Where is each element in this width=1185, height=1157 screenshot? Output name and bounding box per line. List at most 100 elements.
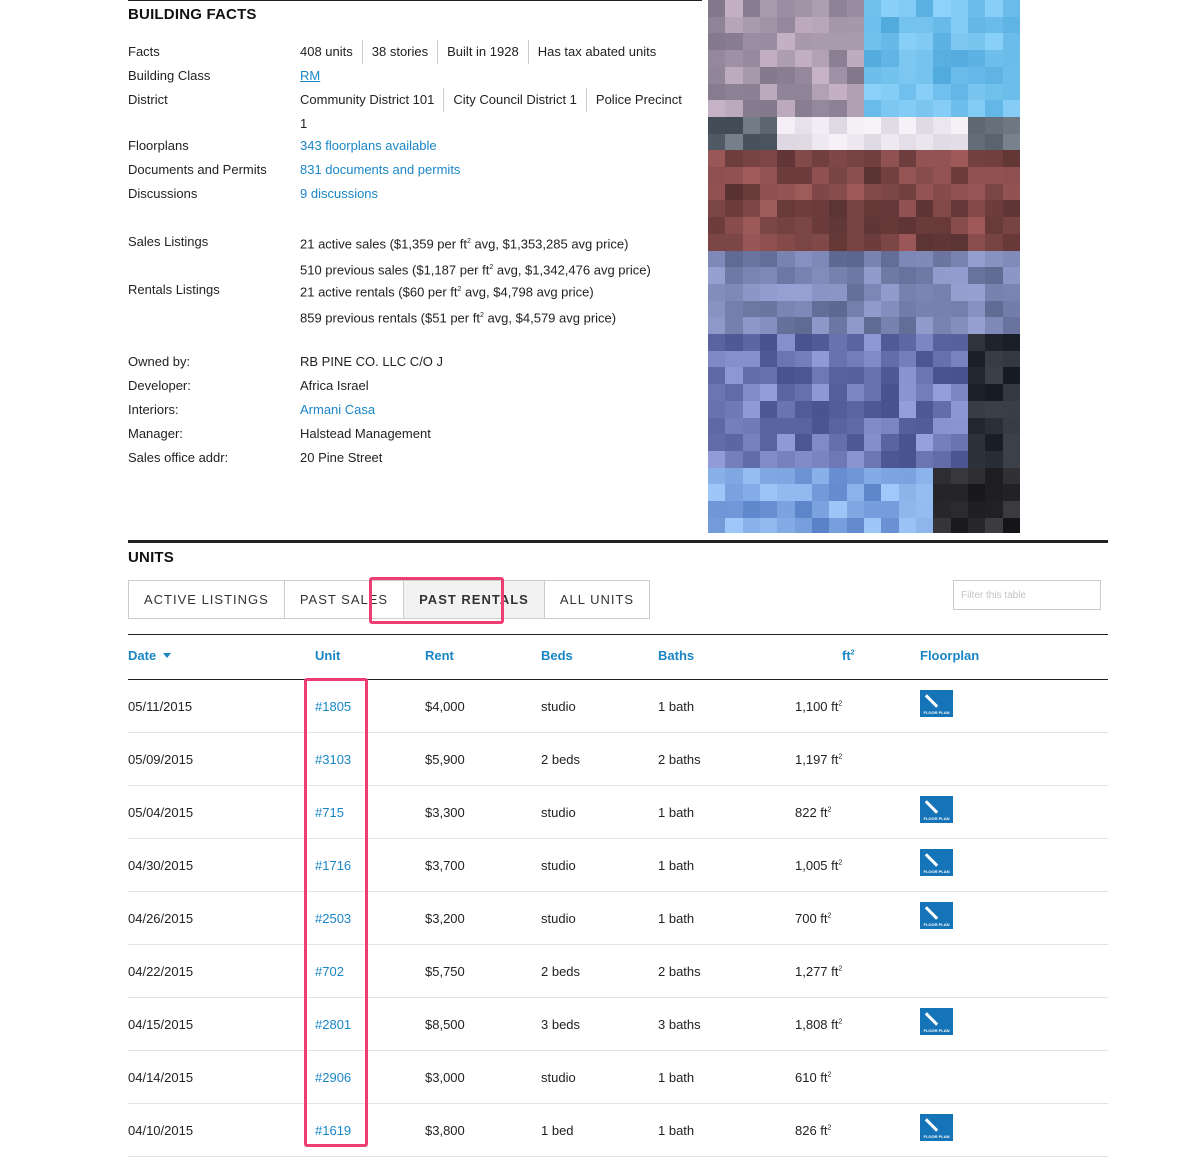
photo-pixel	[950, 300, 969, 318]
column-beds[interactable]: Beds	[541, 648, 573, 663]
photo-pixel	[742, 217, 761, 235]
documents-link[interactable]: 831 documents and permits	[300, 162, 460, 177]
photo-pixel	[915, 200, 934, 218]
row-unit-link[interactable]: #702	[315, 964, 344, 979]
photo-pixel	[708, 183, 726, 201]
photo-pixel	[846, 467, 865, 485]
photo-pixel	[759, 100, 778, 118]
column-ft[interactable]: ft2	[842, 648, 855, 663]
photo-pixel	[985, 384, 1004, 402]
building-class-link[interactable]: RM	[300, 68, 320, 83]
photo-pixel	[846, 517, 865, 533]
row-ft-value: 1,005 ft	[795, 858, 839, 873]
previous-rentals-text: 859 previous rentals ($51 per ft	[300, 310, 480, 326]
row-unit-link[interactable]: #2801	[315, 1017, 351, 1032]
row-unit-link[interactable]: #3103	[315, 752, 351, 767]
photo-pixel	[811, 300, 830, 318]
photo-pixel	[759, 400, 778, 418]
fact-label: Owned by:	[128, 354, 191, 369]
photo-pixel	[985, 100, 1004, 118]
photo-pixel	[829, 133, 848, 151]
photo-pixel	[881, 317, 900, 335]
row-baths: 2 baths	[658, 752, 701, 767]
row-unit-link[interactable]: #715	[315, 805, 344, 820]
photo-pixel	[863, 484, 882, 502]
row-unit-link[interactable]: #2503	[315, 911, 351, 926]
building-photo[interactable]	[708, 0, 1020, 533]
photo-pixel	[1002, 16, 1020, 34]
row-date: 05/04/2015	[128, 805, 194, 820]
photo-pixel	[829, 16, 848, 34]
photo-pixel	[759, 283, 778, 301]
floorplan-icon[interactable]: FLOOR PLAN	[920, 1008, 953, 1035]
photo-pixel	[985, 317, 1004, 335]
photo-pixel	[829, 417, 848, 435]
floorplan-icon[interactable]: FLOOR PLAN	[920, 1114, 953, 1141]
row-unit-link[interactable]: #1805	[315, 699, 351, 714]
floorplan-icon[interactable]: FLOOR PLAN	[920, 849, 953, 876]
floorplan-icon[interactable]: FLOOR PLAN	[920, 902, 953, 929]
photo-pixel	[846, 384, 865, 402]
row-baths: 2 baths	[658, 964, 701, 979]
photo-pixel	[881, 350, 900, 368]
photo-pixel	[985, 0, 1004, 17]
photo-pixel	[863, 100, 882, 118]
photo-pixel	[1002, 100, 1020, 118]
floorplan-icon[interactable]: FLOOR PLAN	[920, 796, 953, 823]
tab-past-sales[interactable]: PAST SALES	[283, 580, 404, 619]
photo-pixel	[759, 501, 778, 518]
photo-pixel	[915, 50, 934, 68]
floorplans-link[interactable]: 343 floorplans available	[300, 138, 437, 153]
filter-table-input[interactable]	[953, 580, 1101, 610]
photo-pixel	[708, 50, 726, 68]
photo-pixel	[708, 0, 726, 17]
photo-pixel	[777, 367, 796, 385]
column-rent[interactable]: Rent	[425, 648, 454, 663]
photo-pixel	[967, 384, 986, 402]
row-rent: $3,000	[425, 1070, 465, 1085]
photo-pixel	[759, 300, 778, 318]
photo-pixel	[863, 434, 882, 452]
row-unit-link[interactable]: #2906	[315, 1070, 351, 1085]
photo-pixel	[794, 300, 813, 318]
photo-pixel	[846, 66, 865, 84]
interiors-link[interactable]: Armani Casa	[300, 402, 375, 417]
tab-all-units[interactable]: ALL UNITS	[543, 580, 651, 619]
photo-pixel	[881, 233, 900, 251]
floorplan-icon[interactable]: FLOOR PLAN	[920, 690, 953, 717]
column-floorplan[interactable]: Floorplan	[920, 648, 979, 663]
photo-pixel	[933, 367, 952, 385]
discussions-link[interactable]: 9 discussions	[300, 186, 378, 201]
photo-pixel	[794, 16, 813, 34]
row-beds: studio	[541, 1070, 576, 1085]
tab-active-listings[interactable]: ACTIVE LISTINGS	[128, 580, 284, 619]
column-date[interactable]: Date	[128, 648, 172, 663]
photo-pixel	[811, 400, 830, 418]
photo-pixel	[933, 116, 952, 134]
photo-pixel	[811, 217, 830, 235]
photo-pixel	[967, 83, 986, 101]
photo-pixel	[759, 83, 778, 101]
column-baths[interactable]: Baths	[658, 648, 694, 663]
photo-pixel	[933, 317, 952, 335]
column-unit[interactable]: Unit	[315, 648, 340, 663]
row-unit-link[interactable]: #1619	[315, 1123, 351, 1138]
photo-pixel	[881, 267, 900, 285]
row-beds: studio	[541, 858, 576, 873]
row-rent: $5,900	[425, 752, 465, 767]
photo-pixel	[708, 450, 726, 468]
photo-pixel	[985, 167, 1004, 184]
photo-pixel	[898, 367, 917, 385]
facts-top-rule	[128, 0, 702, 1]
superscript: 2	[827, 806, 832, 814]
photo-pixel	[742, 66, 761, 84]
photo-pixel	[811, 250, 830, 268]
photo-pixel	[950, 350, 969, 368]
photo-pixel	[794, 417, 813, 435]
photo-pixel	[829, 384, 848, 402]
row-unit-link[interactable]: #1716	[315, 858, 351, 873]
photo-pixel	[1002, 467, 1020, 485]
photo-pixel	[777, 200, 796, 218]
tab-past-rentals[interactable]: PAST RENTALS	[403, 580, 544, 619]
photo-pixel	[863, 217, 882, 235]
